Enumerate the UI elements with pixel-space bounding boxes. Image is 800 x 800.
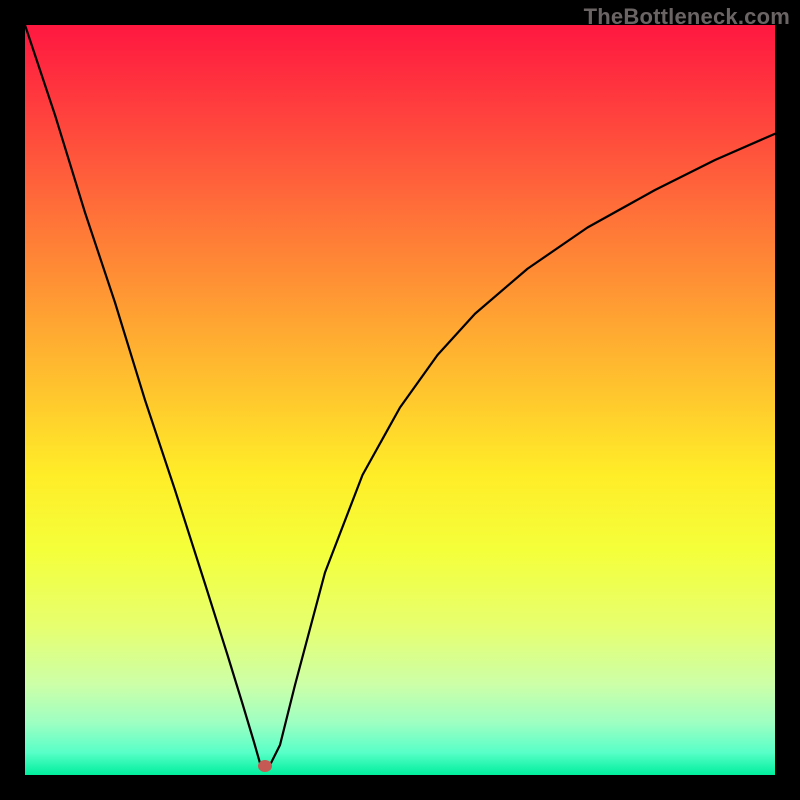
- plot-area: [25, 25, 775, 775]
- bottleneck-curve: [25, 25, 775, 768]
- minimum-marker: [258, 760, 272, 772]
- watermark-text: TheBottleneck.com: [584, 4, 790, 30]
- curve-layer: [25, 25, 775, 775]
